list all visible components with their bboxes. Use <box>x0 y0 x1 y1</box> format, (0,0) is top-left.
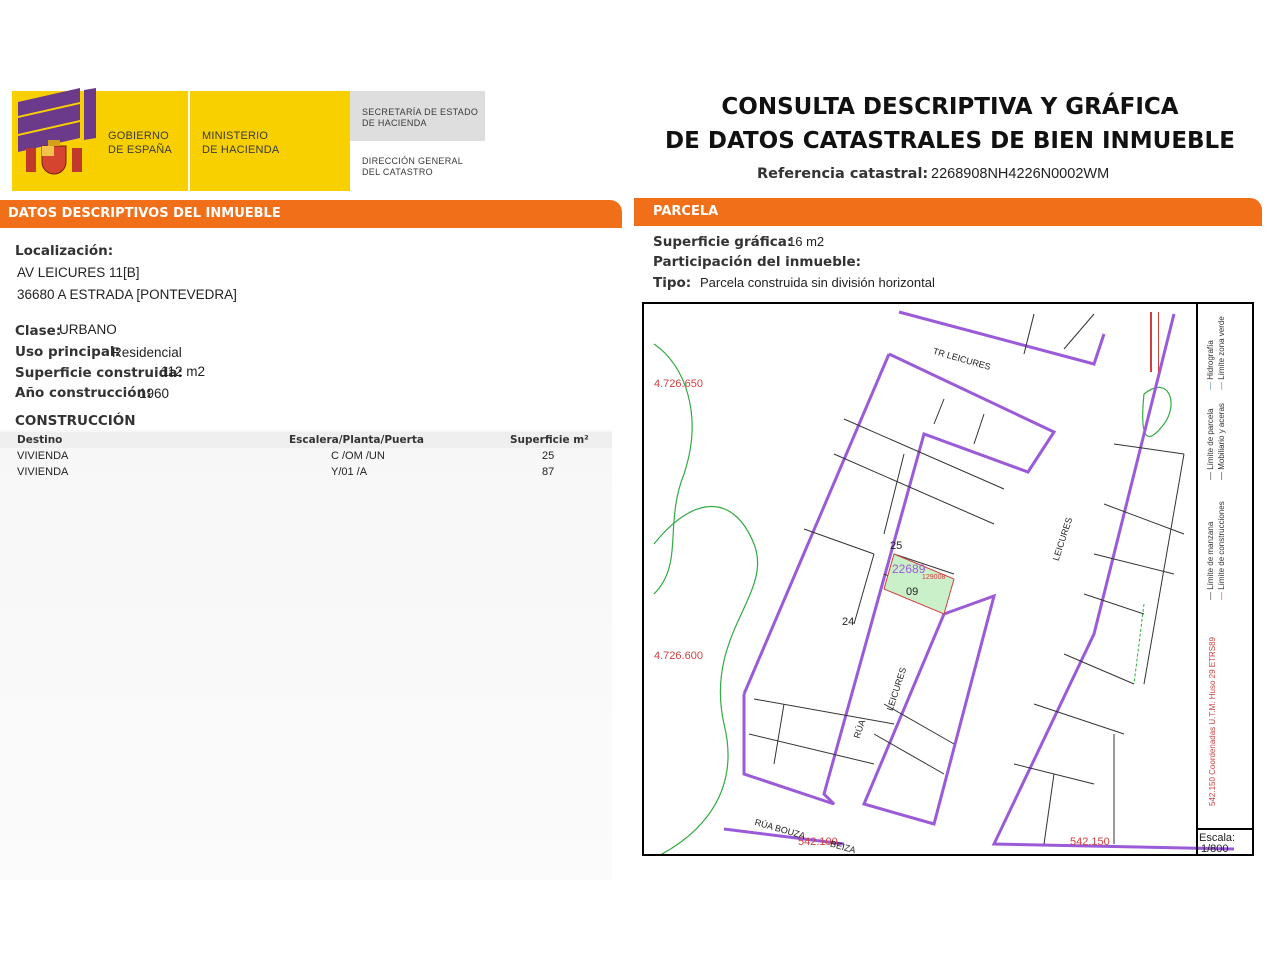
green-zone-line <box>1133 603 1145 685</box>
table-row-2-superficie: 87 <box>542 466 555 478</box>
left-section-underline <box>0 226 622 228</box>
parcel-sub: 129008 <box>922 574 946 581</box>
right-section-title: PARCELA <box>653 204 719 219</box>
table-header-destino: Destino <box>17 434 63 446</box>
scale-value: 1/800 <box>1201 843 1229 855</box>
logo-divider <box>188 91 190 191</box>
legend-construcciones-text: Límite de construcciones <box>1217 501 1226 590</box>
legend-manzana-text: Límite de manzana <box>1206 521 1215 590</box>
legend-mobiliario-text: Mobiliario y aceras <box>1217 403 1226 470</box>
right-section-underline <box>634 224 1262 226</box>
ref-value: 2268908NH4226N0002WM <box>931 166 1110 182</box>
ano-label: Año construcción: <box>15 385 152 401</box>
parcel-id[interactable]: 22689 <box>892 562 925 576</box>
logo-sec-line1: SECRETARÍA DE ESTADO <box>362 107 479 117</box>
legend-zona-verde: — Límite zona verde <box>1217 316 1226 390</box>
logo-min-line1: MINISTERIO <box>202 130 269 142</box>
left-content-shade <box>0 430 612 880</box>
page-title-line2: DE DATOS CATASTRALES DE BIEN INMUEBLE <box>665 128 1235 154</box>
tipo-label: Tipo: <box>653 275 692 291</box>
clase-label: Clase: <box>15 323 62 339</box>
logo-gov-line1: GOBIERNO <box>108 130 169 142</box>
logo-gov-line2: DE ESPAÑA <box>108 144 172 156</box>
ref-label: Referencia catastral: <box>757 166 929 182</box>
logo-sec-line2: DE HACIENDA <box>362 118 427 128</box>
coat-of-arms-icon <box>18 88 96 175</box>
uso-label: Uso principal: <box>15 344 120 360</box>
legend-mobiliario: — Mobiliario y aceras <box>1217 403 1226 480</box>
legend-hidrografia: — Hidrografía <box>1206 340 1215 390</box>
map-drawing <box>653 310 1235 854</box>
table-row-1-superficie: 25 <box>542 450 555 462</box>
ano-value: 1960 <box>139 386 170 401</box>
coord-y1: 4.726.650 <box>654 378 703 390</box>
map-num-09: 09 <box>906 586 919 598</box>
logo-min-line2: DE HACIENDA <box>202 144 280 156</box>
legend-parcela-text: Límite de parcela <box>1206 408 1215 470</box>
uso-value: Residencial <box>112 345 182 360</box>
participacion-label: Participación del inmueble: <box>653 254 862 270</box>
table-row-1-escalera: C /OM /UN <box>331 450 385 462</box>
block-boundary-rua <box>861 593 997 826</box>
superficie-grafica-value: 16 m2 <box>788 234 825 249</box>
construccion-title: CONSTRUCCIÓN <box>15 413 136 429</box>
coord-y2: 4.726.600 <box>654 650 703 662</box>
table-row-2-destino: VIVIENDA <box>17 466 69 478</box>
table-header-escalera: Escalera/Planta/Puerta <box>289 434 424 446</box>
tipo-value: Parcela construida sin división horizont… <box>700 275 935 290</box>
legend-separator <box>1196 302 1198 856</box>
legend-coordinates: 542.150 Coordenadas U.T.M. Huso 29 ETRS8… <box>1208 637 1217 806</box>
superficie-label: Superficie construida: <box>15 365 183 381</box>
superficie-value: 112 m2 <box>161 364 206 379</box>
north-arrow-icon <box>1150 312 1159 372</box>
localizacion-label: Localización: <box>15 243 114 259</box>
logo-dir-line1: DIRECCIÓN GENERAL <box>362 156 464 166</box>
legend-construcciones: — Límite de construcciones <box>1217 501 1226 600</box>
legend-zona-verde-text: Límite zona verde <box>1217 316 1226 380</box>
superficie-grafica-label: Superficie gráfica: <box>653 234 793 250</box>
left-section-title: DATOS DESCRIPTIVOS DEL INMUEBLE <box>8 206 281 221</box>
logo-dir-line2: DEL CATASTRO <box>362 167 433 177</box>
building-outlines <box>748 313 1185 845</box>
map-num-25: 25 <box>890 540 903 552</box>
legend-parcela: — Límite de parcela <box>1206 408 1215 480</box>
legend-hidrografia-text: Hidrografía <box>1206 340 1215 380</box>
clase-value: URBANO <box>59 322 117 337</box>
right-section-bar: PARCELA <box>634 198 1262 224</box>
table-header-superficie: Superficie m² <box>510 434 589 446</box>
table-row-2-escalera: Y/01 /A <box>331 466 368 478</box>
green-zone-boundary-left2 <box>653 506 759 854</box>
table-row-1-destino: VIVIENDA <box>17 450 69 462</box>
left-section-bar: DATOS DESCRIPTIVOS DEL INMUEBLE <box>0 200 622 226</box>
localizacion-line1: AV LEICURES 11[B] <box>17 265 140 280</box>
page-title-line1: CONSULTA DESCRIPTIVA Y GRÁFICA <box>721 94 1179 120</box>
localizacion-line2: 36680 A ESTRADA [PONTEVEDRA] <box>17 287 237 302</box>
cadastral-map[interactable]: 4.726.650 4.726.600 542.100 542.150 TR L… <box>642 302 1254 856</box>
coord-x2: 542.150 <box>1070 836 1110 848</box>
green-zone-right <box>1142 386 1172 438</box>
legend-manzana: — Límite de manzana <box>1206 521 1215 600</box>
map-num-24: 24 <box>842 616 855 628</box>
